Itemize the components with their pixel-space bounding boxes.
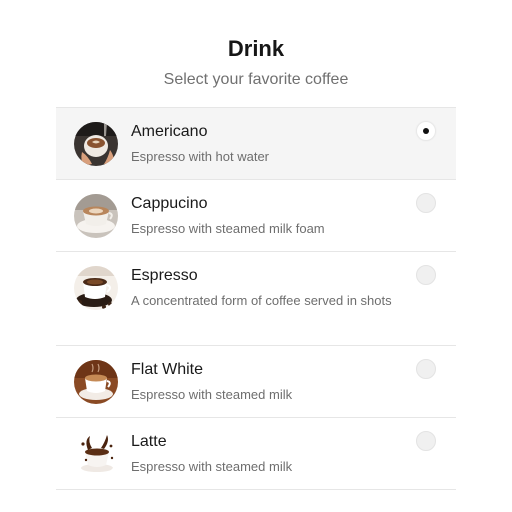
option-name: Espresso (131, 267, 198, 284)
radio-espresso[interactable] (416, 265, 436, 285)
flat-white-photo-icon (74, 360, 118, 404)
option-description: Espresso with steamed milk foam (131, 221, 325, 236)
option-name: Flat White (131, 361, 204, 378)
option-description: Espresso with steamed milk (131, 459, 293, 474)
radio-latte[interactable] (416, 431, 436, 451)
option-flat-white[interactable]: Flat White Espresso with steamed milk (56, 346, 456, 418)
page-title: Drink (227, 36, 285, 61)
cappucino-photo-icon (74, 194, 118, 238)
latte-photo-icon (74, 432, 118, 476)
option-description: Espresso with hot water (131, 149, 270, 164)
option-espresso[interactable]: Espresso A concentrated form of coffee s… (56, 252, 456, 346)
option-name: Americano (131, 123, 208, 140)
radio-americano[interactable] (416, 121, 436, 141)
option-description: Espresso with steamed milk (131, 387, 293, 402)
option-name: Cappucino (131, 195, 208, 212)
radio-selected-dot (423, 128, 429, 134)
option-name: Latte (131, 433, 167, 450)
option-description: A concentrated form of coffee served in … (131, 293, 392, 308)
radio-flat-white[interactable] (416, 359, 436, 379)
americano-photo-icon (74, 122, 118, 166)
drink-selection-page: Drink Select your favorite coffee Americ… (0, 0, 512, 512)
coffee-options-list: Americano Espresso with hot water Cappuc (56, 107, 456, 490)
option-latte[interactable]: Latte Espresso with steamed milk (56, 418, 456, 490)
option-americano[interactable]: Americano Espresso with hot water (56, 108, 456, 180)
radio-cappucino[interactable] (416, 193, 436, 213)
page-subtitle: Select your favorite coffee (163, 71, 349, 88)
option-cappucino[interactable]: Cappucino Espresso with steamed milk foa… (56, 180, 456, 252)
espresso-photo-icon (74, 266, 118, 310)
